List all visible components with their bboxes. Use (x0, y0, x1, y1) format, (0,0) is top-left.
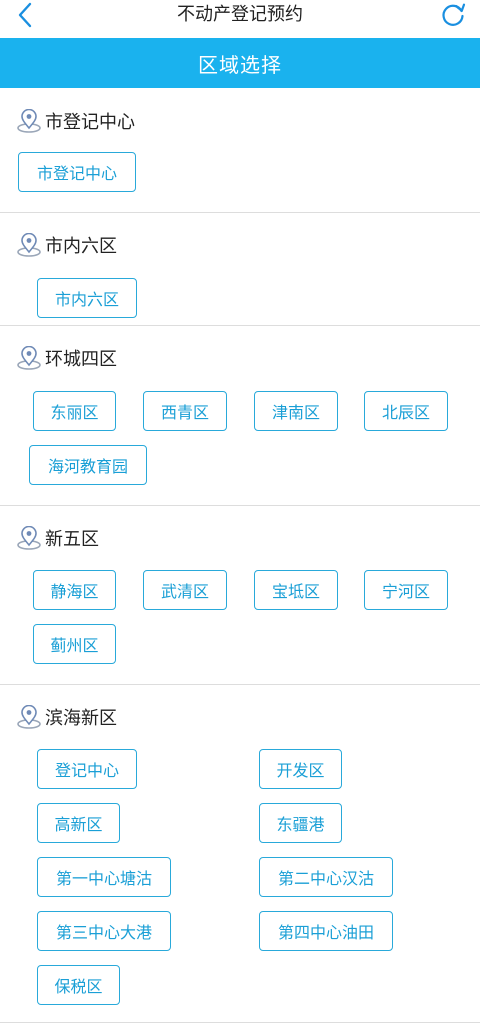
region-button[interactable]: 静海区 (33, 570, 116, 610)
region-button[interactable]: 登记中心 (37, 749, 137, 789)
region-button[interactable]: 第二中心汉沽 (259, 857, 393, 897)
page-title: 不动产登记预约 (177, 4, 303, 25)
location-pin-icon (17, 346, 41, 370)
location-pin-icon (17, 526, 41, 550)
location-pin-icon (17, 705, 41, 729)
region-button[interactable]: 东疆港 (259, 803, 342, 843)
section-header: 市登记中心 (16, 107, 135, 135)
section-binhai: 滨海新区 登记中心 开发区 高新区 东疆港 第一中心塘沽 第二中心汉沽 第三中心… (0, 685, 480, 1023)
region-button[interactable]: 海河教育园 (29, 445, 147, 485)
refresh-button[interactable] (438, 0, 468, 30)
section-header: 环城四区 (16, 344, 117, 372)
region-button[interactable]: 武清区 (143, 570, 227, 610)
region-button[interactable]: 保税区 (37, 965, 120, 1005)
section-city-center: 市登记中心 市登记中心 (0, 89, 480, 213)
region-button[interactable]: 宝坻区 (254, 570, 338, 610)
section-header: 新五区 (16, 524, 99, 552)
section-new-five: 新五区 静海区 武清区 宝坻区 宁河区 蓟州区 (0, 506, 480, 685)
region-button[interactable]: 开发区 (259, 749, 342, 789)
region-button[interactable]: 宁河区 (364, 570, 448, 610)
section-header: 市内六区 (16, 231, 117, 259)
region-select-title: 区域选择 (198, 52, 282, 77)
location-pin-icon (17, 109, 41, 133)
region-button[interactable]: 西青区 (143, 391, 227, 431)
region-select-header: 区域选择 (0, 38, 480, 88)
nav-bar: 不动产登记预约 (0, 0, 480, 38)
section-title: 环城四区 (45, 349, 117, 370)
app-screen: 不动产登记预约 区域选择 市登记中心 市登记中心 市内六区 市内六区 环城四区 … (0, 0, 480, 1027)
section-ring-four: 环城四区 东丽区 西青区 津南区 北辰区 海河教育园 (0, 326, 480, 506)
region-button[interactable]: 第三中心大港 (37, 911, 171, 951)
section-title: 市登记中心 (45, 112, 135, 133)
refresh-icon (442, 3, 466, 26)
location-pin-icon (17, 233, 41, 257)
section-title: 新五区 (45, 529, 99, 550)
region-button[interactable]: 高新区 (37, 803, 120, 843)
region-button[interactable]: 东丽区 (33, 391, 116, 431)
section-title: 滨海新区 (45, 708, 117, 729)
region-button[interactable]: 市登记中心 (18, 152, 136, 192)
section-inner-six: 市内六区 市内六区 (0, 213, 480, 326)
region-button[interactable]: 市内六区 (37, 278, 137, 318)
region-button[interactable]: 津南区 (254, 391, 338, 431)
region-button[interactable]: 第一中心塘沽 (37, 857, 171, 897)
region-button[interactable]: 第四中心油田 (259, 911, 393, 951)
region-button[interactable]: 蓟州区 (33, 624, 116, 664)
section-header: 滨海新区 (16, 703, 117, 731)
region-button[interactable]: 北辰区 (364, 391, 448, 431)
section-title: 市内六区 (45, 236, 117, 257)
